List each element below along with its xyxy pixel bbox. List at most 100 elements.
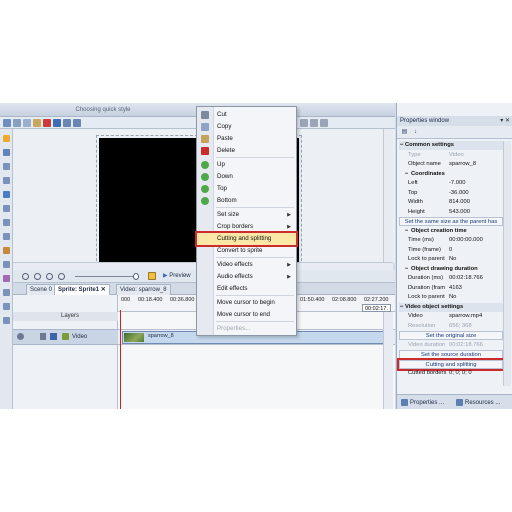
zoom-out-icon[interactable]	[34, 273, 41, 280]
distribute-icon[interactable]	[310, 119, 318, 127]
collapse-icon[interactable]: −	[405, 170, 408, 179]
delete-tool-icon[interactable]	[43, 119, 51, 127]
video-tool-icon[interactable]	[3, 205, 10, 212]
pin-close-icons[interactable]: ▾ ✕	[500, 116, 510, 126]
property-category[interactable]: − Object creation time	[399, 227, 503, 236]
sprite-tool-icon[interactable]	[3, 261, 10, 268]
rect-tool-icon[interactable]	[3, 149, 10, 156]
animation-tool-icon[interactable]	[3, 317, 10, 324]
collapse-icon[interactable]: −	[400, 303, 403, 312]
playhead[interactable]	[120, 310, 121, 409]
lock-icon[interactable]	[50, 333, 57, 340]
menu-item-top[interactable]: Top	[197, 183, 296, 195]
subtitle-tool-icon[interactable]	[3, 303, 10, 310]
menu-item-copy[interactable]: Copy	[197, 121, 296, 133]
property-row[interactable]: Duration (ms) 00:02:18.766	[399, 274, 503, 283]
menu-item-edit-effects[interactable]: Edit effects	[197, 283, 296, 295]
property-button[interactable]: Set the same size as the parent has	[399, 217, 503, 226]
property-button[interactable]: Cutting and splitting	[397, 357, 505, 371]
menu-item-paste[interactable]: Paste	[197, 133, 296, 145]
clip-label: sparrow_8	[148, 333, 174, 339]
menu-item-audio-effects[interactable]: Audio effects ▶	[197, 271, 296, 283]
effect-tool-icon[interactable]	[3, 275, 10, 282]
property-key: Video object settings	[405, 303, 464, 310]
menu-item-video-effects[interactable]: Video effects ▶	[197, 259, 296, 271]
property-category[interactable]: − Object drawing duration	[399, 265, 503, 274]
property-category[interactable]: − Coordinates	[399, 170, 503, 179]
collapse-icon[interactable]: −	[405, 265, 408, 274]
property-row[interactable]: Duration (fram 4163	[399, 284, 503, 293]
tab-video[interactable]: Video: sparrow_8	[116, 284, 171, 295]
properties-scrollbar[interactable]	[503, 141, 511, 386]
timeline-scrollbar[interactable]	[383, 312, 393, 409]
paste-tool-icon[interactable]	[33, 119, 41, 127]
zoom-reset-icon[interactable]	[58, 273, 65, 280]
property-row[interactable]: Video sparrow.mp4	[399, 312, 503, 321]
menu-item-delete[interactable]: Delete	[197, 145, 296, 157]
property-row[interactable]: Height 543.000	[399, 208, 503, 217]
arrange-icon[interactable]	[320, 119, 328, 127]
menu-item-crop-borders[interactable]: Crop borders ▶	[197, 221, 296, 233]
line-tool-icon[interactable]	[3, 177, 10, 184]
zoom-slider-knob[interactable]	[133, 273, 139, 280]
select-tool-icon[interactable]	[3, 119, 11, 127]
property-row[interactable]: Lock to parent No	[399, 293, 503, 302]
close-icon[interactable]: ✕	[101, 287, 106, 293]
property-key: Lock to parent	[408, 294, 445, 300]
text-tool-icon[interactable]	[3, 163, 10, 170]
play-range-icon[interactable]	[148, 272, 156, 280]
menu-item-move-cursor-to-begin[interactable]: Move cursor to begin	[197, 297, 296, 309]
copy-tool-icon[interactable]	[23, 119, 31, 127]
shape-tool-icon[interactable]	[3, 233, 10, 240]
zoom-in-icon[interactable]	[22, 273, 29, 280]
tab-properties-label: Properties ...	[410, 400, 445, 406]
tab-properties[interactable]: Properties ...	[400, 398, 444, 408]
brush-tool-icon[interactable]	[3, 247, 10, 254]
property-row: Resolution 656; 368	[399, 322, 503, 331]
property-category[interactable]: − Video object settings	[399, 302, 503, 312]
eye-icon[interactable]	[17, 333, 24, 340]
tab-resources[interactable]: Resources ...	[455, 398, 500, 408]
property-row[interactable]: Left -7.000	[399, 179, 503, 188]
property-row[interactable]: Width 814.000	[399, 198, 503, 207]
property-row[interactable]: Time (frame) 0	[399, 246, 503, 255]
cut-tool-icon[interactable]	[13, 119, 21, 127]
property-row[interactable]: Top -36.000	[399, 189, 503, 198]
menu-item-down[interactable]: Down	[197, 171, 296, 183]
undo-icon[interactable]	[63, 119, 71, 127]
property-button[interactable]: Set the source duration	[399, 350, 503, 359]
property-row[interactable]: Object name sparrow_8	[399, 160, 503, 169]
menu-item-move-cursor-to-end[interactable]: Move cursor to end	[197, 309, 296, 321]
menu-item-convert-to-sprite[interactable]: Convert to sprite	[197, 245, 296, 257]
tab-sprite[interactable]: Sprite: Sprite1 ✕	[54, 284, 110, 295]
audio-icon[interactable]	[40, 333, 46, 340]
grid-tool-icon[interactable]	[53, 119, 61, 127]
menu-item-up[interactable]: Up	[197, 159, 296, 171]
property-row[interactable]: Lock to parent No	[399, 255, 503, 264]
zoom-slider[interactable]	[75, 276, 137, 277]
pointer-tool-icon[interactable]	[3, 135, 10, 142]
property-category[interactable]: − Common settings	[399, 141, 503, 150]
alphabetical-icon[interactable]: ↓	[411, 128, 420, 137]
menu-item-cut[interactable]: Cut	[197, 109, 296, 121]
property-row[interactable]: Time (ms) 00:00:00.000	[399, 236, 503, 245]
property-value: No	[449, 294, 457, 300]
chart-tool-icon[interactable]	[3, 219, 10, 226]
tab-scene[interactable]: Scene 0	[26, 284, 57, 295]
zoom-fit-icon[interactable]	[46, 273, 53, 280]
collapse-icon[interactable]: −	[405, 227, 408, 236]
stage-vertical-scrollbar[interactable]	[383, 129, 393, 263]
menu-item-bottom[interactable]: Bottom	[197, 195, 296, 207]
image-tool-icon[interactable]	[3, 191, 10, 198]
menu-item-cutting-and-splitting[interactable]: Cutting and splitting	[195, 231, 298, 247]
audio-tool-icon[interactable]	[3, 289, 10, 296]
collapse-icon[interactable]: −	[400, 141, 403, 150]
layer-row-video[interactable]: Video	[13, 329, 118, 345]
menu-item-set-size[interactable]: Set size ▶	[197, 209, 296, 221]
preview-button[interactable]: ▶ Preview	[161, 271, 195, 282]
align-icon[interactable]	[300, 119, 308, 127]
categorized-icon[interactable]: ▤	[400, 128, 409, 137]
property-row[interactable]: Cutted borders 0; 0; 0; 0	[399, 369, 503, 378]
property-button[interactable]: Set the original size	[399, 331, 503, 340]
redo-icon[interactable]	[73, 119, 81, 127]
